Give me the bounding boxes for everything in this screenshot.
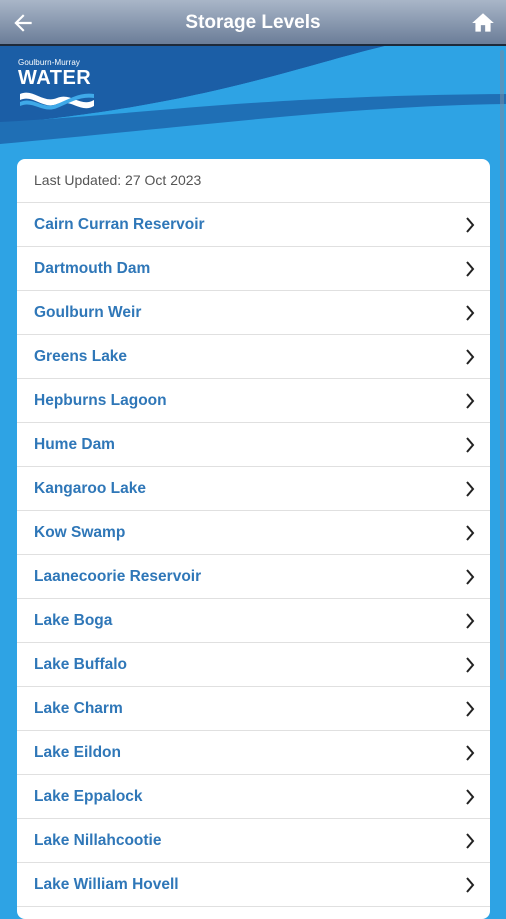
- list-item[interactable]: Dartmouth Dam: [17, 247, 490, 291]
- last-updated-text: Last Updated: 27 Oct 2023: [17, 159, 490, 203]
- list-item[interactable]: Goulburn Weir: [17, 291, 490, 335]
- chevron-right-icon: [466, 833, 475, 849]
- chevron-right-icon: [466, 217, 475, 233]
- list-item-label: Laanecoorie Reservoir: [34, 568, 202, 585]
- chevron-right-icon: [466, 525, 475, 541]
- arrow-left-icon: [14, 14, 32, 32]
- list-item[interactable]: Kangaroo Lake: [17, 467, 490, 511]
- list-item-label: Kangaroo Lake: [34, 480, 146, 497]
- list-item[interactable]: Hepburns Lagoon: [17, 379, 490, 423]
- scrollbar[interactable]: [500, 50, 504, 680]
- chevron-right-icon: [466, 349, 475, 365]
- home-icon: [472, 13, 494, 32]
- list-item[interactable]: Lake Eildon: [17, 731, 490, 775]
- chevron-right-icon: [466, 877, 475, 893]
- list-item-label: Dartmouth Dam: [34, 260, 151, 277]
- list-item-label: Lake Buffalo: [34, 656, 128, 673]
- storage-list-card: Last Updated: 27 Oct 2023 Cairn Curran R…: [17, 159, 490, 919]
- wave-logo-icon: [20, 92, 94, 110]
- home-button[interactable]: [470, 10, 496, 36]
- list-item-label: Lake Eppalock: [34, 788, 143, 805]
- chevron-right-icon: [466, 657, 475, 673]
- back-button[interactable]: [10, 10, 36, 36]
- list-item[interactable]: Greens Lake: [17, 335, 490, 379]
- list-item[interactable]: Hume Dam: [17, 423, 490, 467]
- chevron-right-icon: [466, 745, 475, 761]
- list-item[interactable]: Lake William Hovell: [17, 863, 490, 907]
- list-item[interactable]: Cairn Curran Reservoir: [17, 203, 490, 247]
- list-item[interactable]: Laanecoorie Reservoir: [17, 555, 490, 599]
- chevron-right-icon: [466, 305, 475, 321]
- list-item[interactable]: Lake Nillahcootie: [17, 819, 490, 863]
- list-item[interactable]: Kow Swamp: [17, 511, 490, 555]
- list-item-label: Lake Eildon: [34, 744, 121, 761]
- chevron-right-icon: [466, 393, 475, 409]
- chevron-right-icon: [466, 701, 475, 717]
- list-item-label: Lake Boga: [34, 612, 113, 629]
- chevron-right-icon: [466, 437, 475, 453]
- chevron-right-icon: [466, 789, 475, 805]
- list-item-label: Cairn Curran Reservoir: [34, 216, 205, 233]
- chevron-right-icon: [466, 569, 475, 585]
- chevron-right-icon: [466, 261, 475, 277]
- list-item[interactable]: Lake Eppalock: [17, 775, 490, 819]
- list-item-label: Greens Lake: [34, 348, 128, 365]
- list-item-label: Goulburn Weir: [34, 304, 142, 321]
- list-item[interactable]: Lake Buffalo: [17, 643, 490, 687]
- brand-logo: Goulburn-Murray WATER: [18, 58, 98, 115]
- list-item-label: Lake Nillahcootie: [34, 832, 162, 849]
- list-item-label: Hume Dam: [34, 436, 115, 453]
- chevron-right-icon: [466, 613, 475, 629]
- list-item-label: Lake Charm: [34, 700, 123, 717]
- list-item-label: Kow Swamp: [34, 524, 126, 541]
- top-app-bar: Storage Levels: [0, 0, 506, 46]
- list-item[interactable]: Lake Charm: [17, 687, 490, 731]
- chevron-right-icon: [466, 481, 475, 497]
- brand-line2: WATER: [18, 67, 92, 89]
- page-title: Storage Levels: [185, 12, 321, 33]
- list-item[interactable]: Lake Boga: [17, 599, 490, 643]
- list-item-label: Hepburns Lagoon: [34, 392, 167, 409]
